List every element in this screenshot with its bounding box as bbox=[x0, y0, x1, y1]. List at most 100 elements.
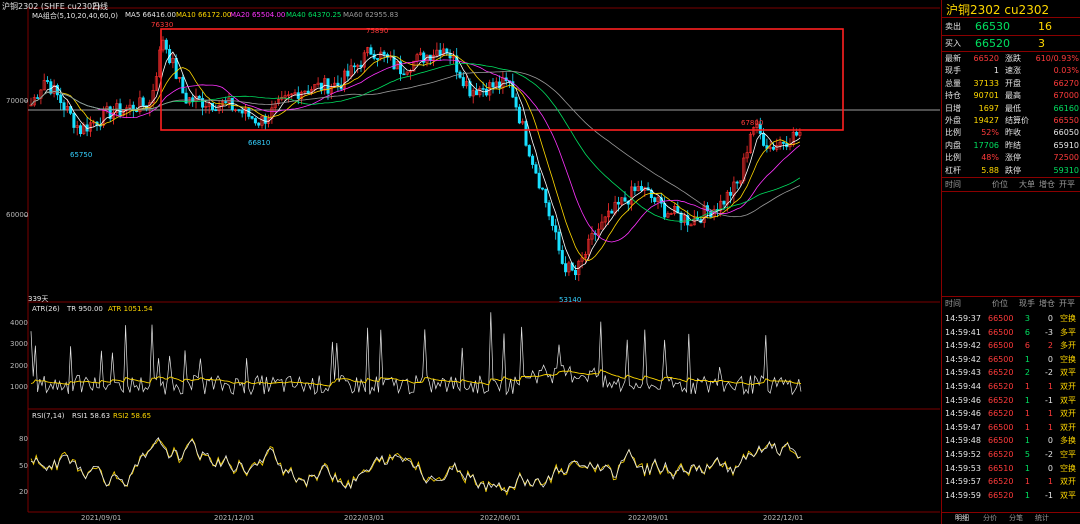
tick-time: 14:59:47 bbox=[945, 422, 981, 432]
tick-row[interactable]: 14:59:52 66520 5 -2 空平 bbox=[942, 448, 1080, 461]
tick-volume: 1 bbox=[1024, 354, 1030, 364]
tick-row[interactable]: 14:59:46 66520 1 1 双开 bbox=[942, 407, 1080, 420]
candle-body bbox=[663, 202, 667, 218]
tick-volume: 1 bbox=[1024, 382, 1030, 391]
quote-stat-row: 总量 37133 开盘 66270 bbox=[942, 77, 1080, 90]
chart-canvas[interactable] bbox=[0, 0, 940, 524]
quote-stat-row: 内盘 17706 昨结 65910 bbox=[942, 139, 1080, 152]
stat-label: 内盘 bbox=[945, 140, 961, 150]
candle-body bbox=[653, 197, 657, 202]
candle-body bbox=[240, 110, 244, 114]
tick-row[interactable]: 14:59:42 66500 1 0 空换 bbox=[942, 353, 1080, 366]
tick-volume: 1 bbox=[1024, 395, 1030, 405]
tab-tick[interactable]: 分笔 bbox=[1009, 512, 1023, 524]
candle-body bbox=[531, 155, 535, 165]
tick-row[interactable]: 14:59:43 66520 2 -2 双平 bbox=[942, 366, 1080, 379]
quote-title: 沪铜2302 cu2302 bbox=[946, 3, 1050, 17]
tick-type: 空平 bbox=[1060, 450, 1076, 459]
candle-body bbox=[722, 200, 726, 205]
buy-price: 66520 bbox=[975, 37, 1010, 50]
x-tick-2021-12: 2021/12/01 bbox=[214, 514, 255, 522]
tick-change: 1 bbox=[1047, 382, 1053, 391]
chart-area[interactable]: 沪铜2302 (SHFE cu2302) 日线 MA组合(5,10,20,40,… bbox=[0, 0, 940, 524]
stat-label: 比例 bbox=[945, 128, 961, 138]
tick-header-time: 时间 bbox=[945, 299, 961, 308]
ma10-value: MA10 66172.00 bbox=[176, 11, 232, 19]
stat-label: 杠杆 bbox=[945, 165, 961, 175]
tick-row[interactable]: 14:59:44 66520 1 1 双开 bbox=[942, 380, 1080, 393]
tick-row[interactable]: 14:59:53 66510 1 0 空换 bbox=[942, 462, 1080, 475]
tick-volume: 2 bbox=[1024, 368, 1030, 378]
tick-type: 双开 bbox=[1060, 382, 1076, 391]
stat-value: 66050 bbox=[1053, 128, 1079, 138]
stat-label: 比例 bbox=[945, 153, 961, 163]
high-annotation-3: 67800 bbox=[741, 119, 764, 127]
atr-tick-3000: 3000 bbox=[10, 340, 28, 348]
tick-row[interactable]: 14:59:59 66520 1 -1 双平 bbox=[942, 489, 1080, 502]
atr-tick-2000: 2000 bbox=[10, 362, 28, 370]
atr-tick-1000: 1000 bbox=[10, 383, 28, 391]
quote-stat-row: 最新 66520 涨跌 610/0.93% bbox=[942, 52, 1080, 65]
tick-row[interactable]: 14:59:46 66520 1 -1 双平 bbox=[942, 394, 1080, 407]
tick-type: 空换 bbox=[1060, 314, 1076, 323]
tick-price: 66500 bbox=[988, 341, 1014, 351]
stat-value: 72500 bbox=[1053, 153, 1079, 163]
tick-row[interactable]: 14:59:47 66500 1 1 双开 bbox=[942, 421, 1080, 434]
tick-time: 14:59:43 bbox=[945, 368, 981, 378]
big-header-type: 开平 bbox=[1059, 180, 1075, 189]
tick-change: 1 bbox=[1047, 409, 1053, 419]
big-header-change: 增仓 bbox=[1039, 180, 1055, 189]
tick-row[interactable]: 14:59:57 66520 1 1 双开 bbox=[942, 475, 1080, 488]
candle-body bbox=[224, 101, 228, 103]
tick-type: 空换 bbox=[1060, 354, 1076, 364]
stat-value: 5.88 bbox=[981, 165, 999, 175]
candle-body bbox=[564, 263, 568, 273]
stat-label: 现手 bbox=[945, 66, 961, 76]
tick-type: 双开 bbox=[1060, 422, 1076, 432]
tick-row[interactable]: 14:59:37 66500 3 0 空换 bbox=[942, 312, 1080, 325]
tick-volume: 6 bbox=[1024, 341, 1030, 351]
rsi-tick-50: 50 bbox=[19, 462, 28, 470]
tab-price-dist[interactable]: 分价 bbox=[983, 512, 997, 524]
stat-value: 1 bbox=[993, 66, 999, 76]
tick-header: 时间 价位 现手 增仓 开平 bbox=[942, 297, 1080, 310]
tick-change: -1 bbox=[1045, 490, 1053, 500]
candle-body bbox=[474, 90, 478, 96]
tick-volume: 1 bbox=[1024, 422, 1030, 432]
candle-body bbox=[253, 118, 257, 124]
quote-stat-row: 杠杆 5.88 跌停 59310 bbox=[942, 164, 1080, 177]
tick-change: 1 bbox=[1047, 422, 1053, 432]
tab-stats[interactable]: 统计 bbox=[1035, 512, 1049, 524]
candle-body bbox=[59, 94, 63, 103]
stat-value: 65910 bbox=[1053, 140, 1079, 150]
tick-price: 66520 bbox=[988, 382, 1014, 391]
tick-change: 0 bbox=[1047, 463, 1053, 473]
tick-row[interactable]: 14:59:42 66500 6 2 多开 bbox=[942, 339, 1080, 352]
candle-body bbox=[369, 47, 373, 55]
ma20-value: MA20 65504.00 bbox=[230, 11, 286, 19]
candle-body bbox=[729, 191, 733, 196]
buy-label: 买入 bbox=[945, 39, 961, 48]
candle-body bbox=[382, 51, 386, 55]
tick-type: 多平 bbox=[1060, 327, 1076, 337]
ma40-value: MA40 64370.25 bbox=[286, 11, 342, 19]
stat-label: 昨收 bbox=[1005, 128, 1021, 138]
candle-body bbox=[517, 106, 521, 124]
tab-detail[interactable]: 明细 bbox=[955, 512, 969, 524]
candle-body bbox=[540, 187, 544, 190]
candle-body bbox=[795, 131, 799, 136]
quote-stat-row: 日增 1697 最低 66160 bbox=[942, 102, 1080, 115]
tick-type: 多换 bbox=[1060, 436, 1076, 446]
tick-row[interactable]: 14:59:48 66500 1 0 多换 bbox=[942, 434, 1080, 447]
candle-body bbox=[560, 250, 564, 264]
atr-value: ATR 1051.54 bbox=[108, 305, 153, 313]
tick-row[interactable]: 14:59:41 66500 6 -3 多平 bbox=[942, 326, 1080, 339]
tick-change: 2 bbox=[1047, 341, 1053, 351]
tick-type: 双平 bbox=[1060, 368, 1076, 378]
tick-change: 1 bbox=[1047, 477, 1053, 487]
quote-stat-row: 持仓 90701 最高 67000 bbox=[942, 89, 1080, 102]
stat-label: 日增 bbox=[945, 103, 961, 113]
sell-volume: 16 bbox=[1038, 20, 1052, 33]
tick-price: 66500 bbox=[988, 314, 1014, 323]
candle-body bbox=[164, 39, 168, 50]
